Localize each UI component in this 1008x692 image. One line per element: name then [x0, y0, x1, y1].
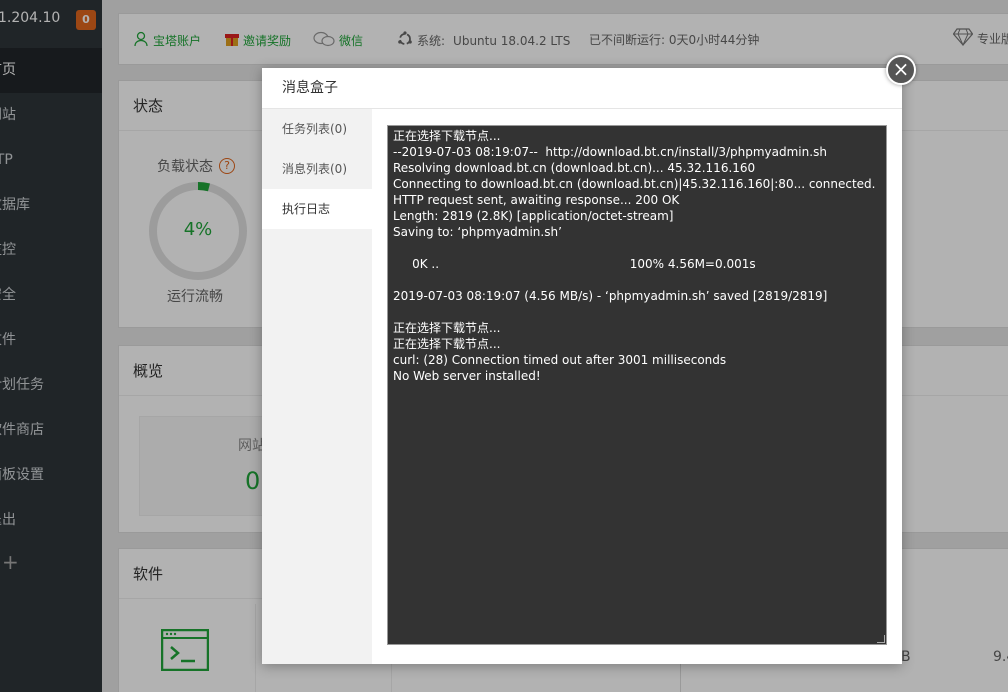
- log-line: Length: 2819 (2.8K) [application/octet-s…: [393, 209, 674, 223]
- close-icon[interactable]: ×: [886, 55, 916, 85]
- resize-handle-icon[interactable]: [877, 635, 885, 643]
- execution-log-textarea[interactable]: 正在选择下载节点... --2019-07-03 08:19:07-- http…: [387, 125, 887, 645]
- modal-title: 消息盒子: [262, 68, 902, 109]
- log-line: --2019-07-03 08:19:07-- http://download.…: [393, 145, 827, 159]
- modal-tabs: 任务列表(0) 消息列表(0) 执行日志: [262, 109, 372, 664]
- log-line: 0K .. 100% 4.56M=0.001s: [393, 257, 756, 271]
- log-line: Connecting to download.bt.cn (download.b…: [393, 177, 876, 191]
- log-line: HTTP request sent, awaiting response... …: [393, 193, 680, 207]
- log-line: Saving to: ‘phpmyadmin.sh’: [393, 225, 562, 239]
- tab-message-list[interactable]: 消息列表(0): [262, 149, 372, 189]
- tab-execution-log[interactable]: 执行日志: [262, 189, 372, 229]
- log-line: curl: (28) Connection timed out after 30…: [393, 353, 727, 367]
- log-line: 正在选择下载节点...: [393, 129, 501, 143]
- message-box-modal: 消息盒子 × 任务列表(0) 消息列表(0) 执行日志 正在选择下载节点... …: [262, 55, 916, 664]
- log-line: 正在选择下载节点...: [393, 321, 501, 335]
- log-line: 正在选择下载节点...: [393, 337, 501, 351]
- log-line: Resolving download.bt.cn (download.bt.cn…: [393, 161, 756, 175]
- tab-task-list[interactable]: 任务列表(0): [262, 109, 372, 149]
- log-line: 2019-07-03 08:19:07 (4.56 MB/s) - ‘phpmy…: [393, 289, 828, 303]
- log-line: No Web server installed!: [393, 369, 541, 383]
